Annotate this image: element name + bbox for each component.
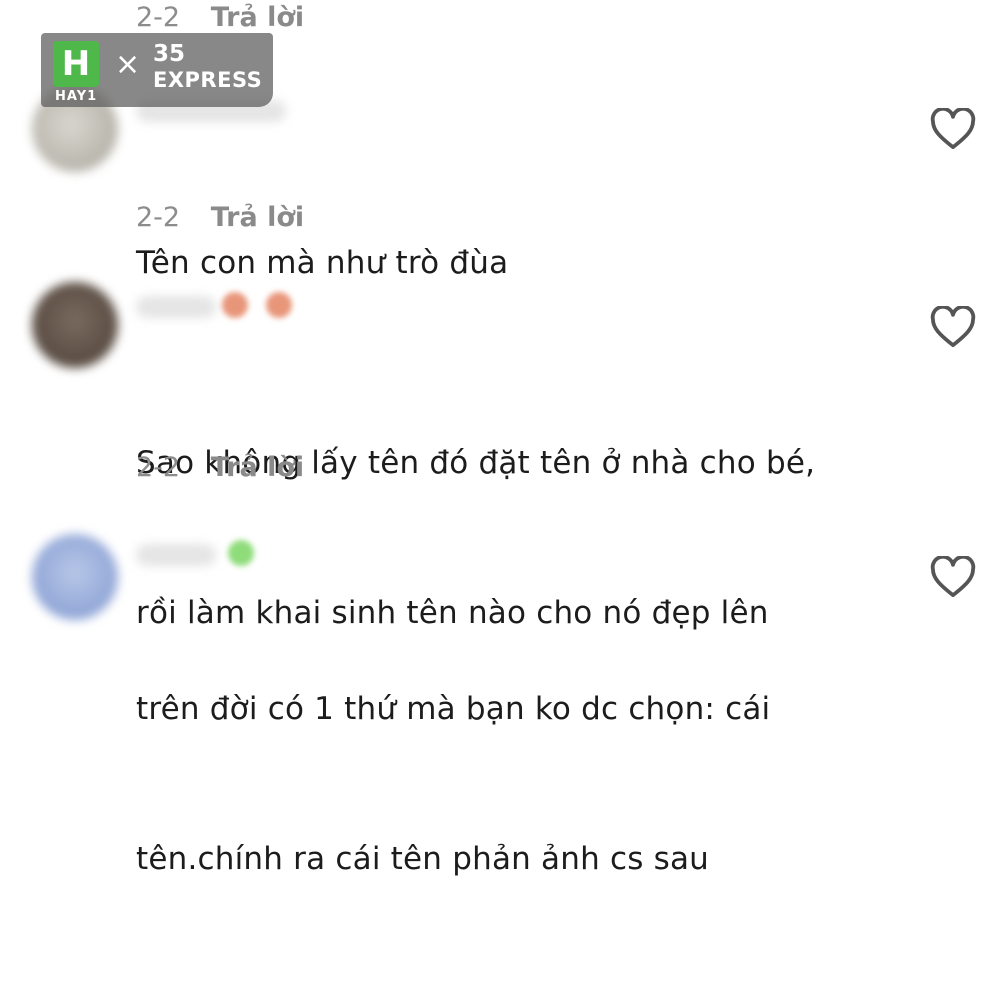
avatar[interactable]	[32, 534, 118, 620]
comment-date: 2-2	[136, 452, 181, 483]
like-heart-icon[interactable]	[930, 554, 976, 598]
comment-text: trên đời có 1 thứ mà bạn ko dc chọn: cái…	[136, 584, 770, 984]
comment-meta-previous: 2-2 Trả lời	[136, 2, 304, 33]
watermark-hay-label: HAY1	[55, 89, 98, 104]
times-icon: ×	[115, 47, 141, 82]
username-blurred[interactable]	[136, 296, 216, 318]
watermark-logo: H HAY1 × 35 EXPRESS	[41, 33, 273, 107]
comment-line: tên.chính ra cái tên phản ảnh cs sau	[136, 841, 710, 877]
reply-button[interactable]: Trả lời	[211, 2, 304, 33]
comment-meta: 2-2 Trả lời	[136, 452, 304, 483]
emoji-icon	[228, 540, 254, 566]
emoji-icon	[222, 292, 248, 318]
comment-date: 2-2	[136, 202, 181, 233]
reply-button[interactable]: Trả lời	[211, 452, 304, 483]
like-heart-icon[interactable]	[930, 106, 976, 150]
like-heart-icon[interactable]	[930, 304, 976, 348]
reply-button[interactable]: Trả lời	[211, 202, 304, 233]
comment-line: Tên con mà như trò đùa	[136, 245, 509, 281]
comment-date: 2-2	[136, 2, 181, 33]
comment-meta: 2-2 Trả lời	[136, 202, 304, 233]
watermark-35-label: 35	[153, 41, 186, 67]
hay1-logo-icon: H	[53, 41, 99, 87]
username-blurred[interactable]	[136, 544, 216, 566]
avatar[interactable]	[32, 282, 118, 368]
comment-line: trên đời có 1 thứ mà bạn ko dc chọn: cái	[136, 691, 771, 727]
emoji-icon	[266, 292, 292, 318]
watermark-express-label: EXPRESS	[153, 68, 263, 92]
